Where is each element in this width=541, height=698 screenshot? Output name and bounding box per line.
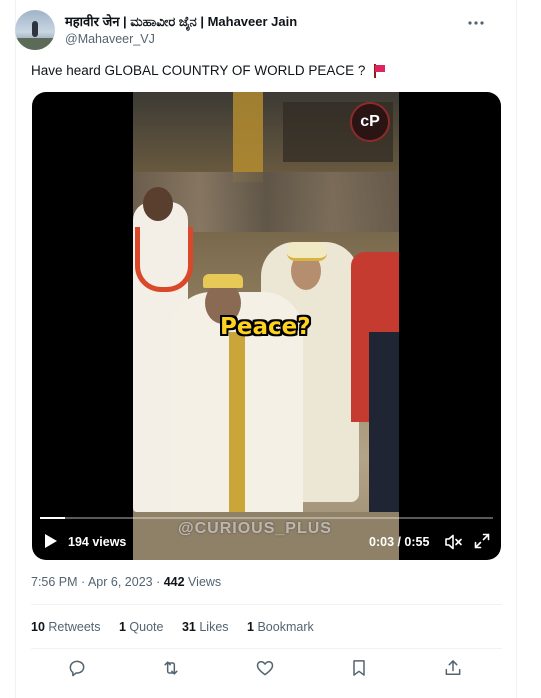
tweet-text-content: Have heard GLOBAL COUNTRY OF WORLD PEACE… [31,63,366,78]
tweet-meta: 7:56 PM · Apr 6, 2023 · 442 Views [31,575,221,589]
bookmark-icon[interactable] [349,658,371,680]
video-controls: 194 views 0:03 / 0:55 [32,528,501,556]
tweet-views-label: Views [184,575,222,589]
tweet-view-count: 442 [163,575,185,589]
tweet-timestamp[interactable]: 7:56 PM · Apr 6, 2023 · [31,575,164,589]
author-display-name[interactable]: महावीर जेन | ಮಹಾವೀರ ಜೈನ | Mahaveer Jain [65,12,297,30]
more-icon[interactable] [465,12,487,34]
video-progress-fill [40,517,65,519]
red-flag-icon [373,64,386,78]
likes-stat[interactable]: 31 Likes [182,620,229,634]
fullscreen-icon[interactable] [474,533,490,549]
tweet-header: महावीर जेन | ಮಹಾವೀರ ಜೈನ | Mahaveer Jain … [15,10,487,52]
retweet-icon[interactable] [161,658,183,680]
tweet-stats: 10 Retweets 1 Quote 31 Likes 1 Bookmark [31,620,329,634]
tweet-actions [31,656,502,684]
retweets-stat[interactable]: 10 Retweets [31,620,101,634]
divider [31,604,502,605]
author-block: महावीर जेन | ಮಹಾವೀರ ಜೈನ | Mahaveer Jain … [65,12,297,46]
volume-muted-icon[interactable] [445,534,463,550]
reply-icon[interactable] [67,658,89,680]
divider [31,648,502,649]
video-view-count: 194 views [68,535,127,549]
quotes-stat[interactable]: 1 Quote [119,620,164,634]
share-icon[interactable] [443,658,465,680]
tweet-text: Have heard GLOBAL COUNTRY OF WORLD PEACE… [31,63,386,78]
video-caption: Peace? [220,314,311,340]
video-player[interactable]: cP Peace? @CURIOUS_PLUS 194 views 0:03 /… [32,92,501,560]
avatar[interactable] [15,10,55,50]
channel-logo: cP [350,102,390,142]
play-icon[interactable] [44,533,58,549]
video-progress-bar[interactable] [40,517,493,519]
author-handle[interactable]: @Mahaveer_VJ [65,32,297,46]
bookmarks-stat[interactable]: 1 Bookmark [247,620,314,634]
like-icon[interactable] [255,658,277,680]
video-time: 0:03 / 0:55 [369,535,430,549]
